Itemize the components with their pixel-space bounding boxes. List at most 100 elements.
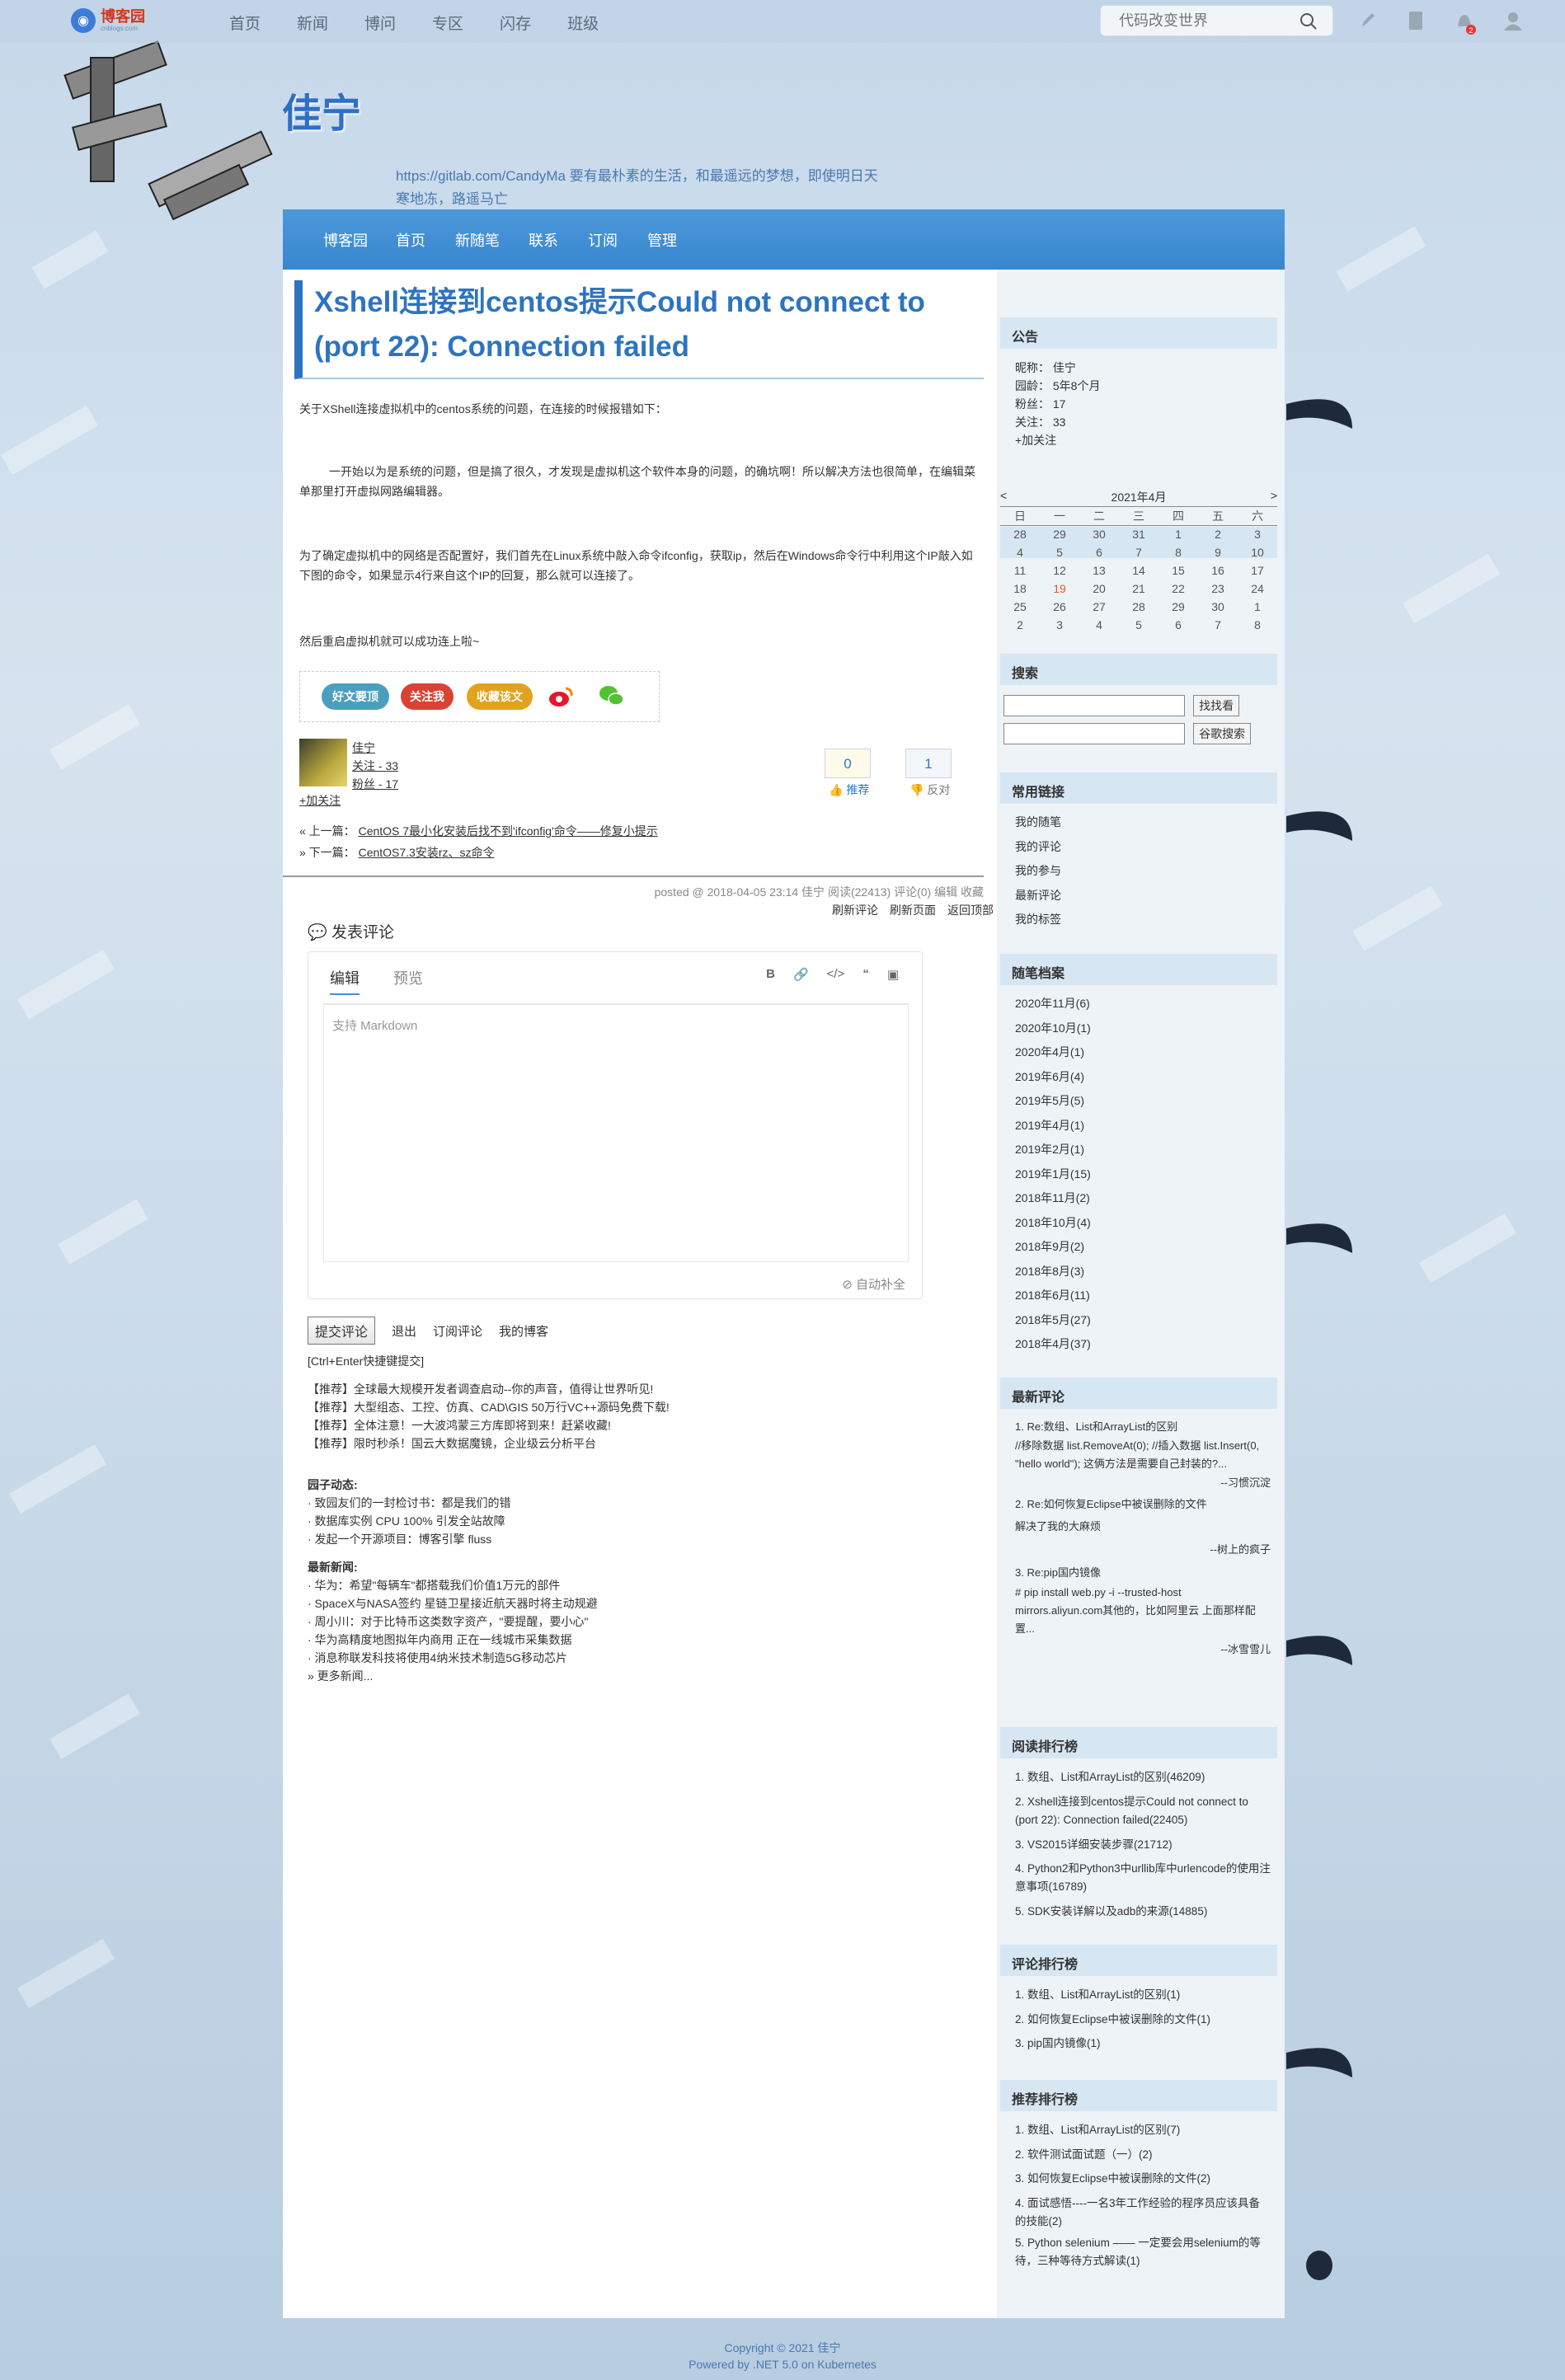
archive-item[interactable]: 2018年11月(2) [1015, 1186, 1271, 1211]
calendar-day[interactable]: 4 [1079, 616, 1119, 634]
calendar-day[interactable]: 8 [1158, 543, 1198, 561]
calendar-day[interactable]: 7 [1119, 543, 1158, 561]
read-rank-item[interactable]: 5. SDK安装详解以及adb的来源(14885) [1015, 1899, 1271, 1924]
comment-rank-item[interactable]: 2. 如何恢复Eclipse中被误删除的文件(1) [1015, 2007, 1271, 2032]
garden-item[interactable]: · 发起一个开源项目：博客引擎 fluss [308, 1530, 511, 1548]
calendar-day[interactable]: 5 [1119, 616, 1158, 634]
follow-button[interactable]: 关注我 [401, 683, 454, 710]
submit-comment-button[interactable]: 提交评论 [308, 1317, 376, 1345]
digg-label[interactable]: 👍 推荐 [829, 782, 869, 798]
calendar-day[interactable]: 28 [1119, 598, 1158, 616]
garden-item[interactable]: · 数据库实例 CPU 100% 引发全站故障 [308, 1512, 511, 1530]
news-item[interactable]: · 消息称联发科技将使用4纳米技术制造5G移动芯片 [308, 1649, 598, 1667]
comment-rank-item[interactable]: 3. pip国内镜像(1) [1015, 2031, 1271, 2056]
refresh-comments-link[interactable]: 刷新评论 [832, 904, 878, 917]
calendar-day[interactable]: 31 [1119, 525, 1158, 543]
recent-comment-title[interactable]: 2. Re:如何恢复Eclipse中被误删除的文件 [1015, 1493, 1271, 1516]
tab-preview[interactable]: 预览 [393, 970, 423, 987]
archive-item[interactable]: 2018年4月(37) [1015, 1332, 1271, 1357]
google-search-button[interactable]: 谷歌搜索 [1193, 723, 1252, 744]
calendar-day[interactable]: 21 [1119, 580, 1158, 598]
calendar-day[interactable]: 3 [1040, 616, 1079, 634]
link-my-participation[interactable]: 我的参与 [1015, 859, 1271, 884]
news-item[interactable]: · SpaceX与NASA签约 星链卫星接近航天器时将主动规避 [308, 1594, 598, 1612]
subscribe-comment-link[interactable]: 订阅评论 [433, 1322, 482, 1340]
archive-item[interactable]: 2020年4月(1) [1015, 1040, 1271, 1065]
link-my-comments[interactable]: 我的评论 [1015, 835, 1271, 860]
bold-icon[interactable]: B [766, 967, 775, 982]
calendar-prev[interactable]: < [1000, 489, 1007, 506]
tab-edit[interactable]: 编辑 [330, 970, 360, 995]
comment-textarea[interactable]: 支持 Markdown [323, 1003, 909, 1262]
author-name[interactable]: 佳宁 [352, 741, 375, 754]
calendar-day[interactable]: 20 [1079, 580, 1119, 598]
calendar-day[interactable]: 22 [1158, 580, 1198, 598]
read-rank-item[interactable]: 4. Python2和Python3中urllib库中urlencode的使用注… [1015, 1860, 1271, 1896]
comment-rank-item[interactable]: 1. 数组、List和ArrayList的区别(1) [1015, 1983, 1271, 2007]
calendar-day[interactable]: 5 [1040, 543, 1079, 561]
find-button[interactable]: 找找看 [1193, 695, 1240, 716]
archive-item[interactable]: 2018年6月(11) [1015, 1284, 1271, 1308]
link-icon[interactable]: 🔗 [793, 967, 809, 982]
sidebar-search-input[interactable] [1003, 695, 1185, 716]
calendar-day[interactable]: 19 [1040, 580, 1079, 598]
ad-item[interactable]: 【推荐】全球最大规模开发者调查启动--你的声音，值得让世界听见! [308, 1380, 670, 1398]
calendar-day[interactable]: 27 [1079, 598, 1119, 616]
calendar-day[interactable]: 14 [1119, 561, 1158, 580]
calendar-day[interactable]: 1 [1238, 598, 1277, 616]
calendar-day[interactable]: 30 [1198, 598, 1238, 616]
calendar-day[interactable]: 17 [1238, 561, 1277, 580]
calendar-day[interactable]: 2 [1198, 525, 1238, 543]
more-news-link[interactable]: » 更多新闻... [308, 1667, 598, 1685]
news-item[interactable]: · 周小川：对于比特币这类数字资产，"要提醒，要小心" [308, 1612, 598, 1631]
archive-item[interactable]: 2019年2月(1) [1015, 1138, 1271, 1162]
archive-item[interactable]: 2019年1月(15) [1015, 1162, 1271, 1187]
top-nav-news[interactable]: 新闻 [297, 12, 328, 34]
post-title[interactable]: Xshell连接到centos提示Could not connect to (p… [314, 280, 941, 369]
archive-item[interactable]: 2019年4月(1) [1015, 1114, 1271, 1138]
calendar-day[interactable]: 29 [1040, 525, 1079, 543]
calendar-day[interactable]: 28 [1000, 525, 1040, 543]
code-icon[interactable]: </> [827, 967, 845, 982]
top-nav-home[interactable]: 首页 [229, 12, 261, 34]
wechat-icon[interactable] [599, 683, 625, 708]
calendar-day[interactable]: 3 [1238, 525, 1277, 543]
archive-item[interactable]: 2020年11月(6) [1015, 992, 1271, 1016]
recommend-rank-item[interactable]: 5. Python selenium —— 一定要会用selenium的等待，三… [1015, 2234, 1271, 2270]
quote-icon[interactable]: “ [862, 967, 869, 982]
blog-nav-home[interactable]: 首页 [396, 229, 425, 251]
calendar-day[interactable]: 6 [1079, 543, 1119, 561]
bookmark-icon[interactable] [1407, 10, 1425, 31]
archive-item[interactable]: 2018年9月(2) [1015, 1235, 1271, 1260]
back-to-top-link[interactable]: 返回顶部 [947, 904, 994, 917]
calendar-day[interactable]: 1 [1158, 525, 1198, 543]
calendar-day[interactable]: 8 [1238, 616, 1277, 634]
calendar-day[interactable]: 6 [1158, 616, 1198, 634]
calendar-day[interactable]: 2 [1000, 616, 1040, 634]
blog-nav-cnblogs[interactable]: 博客园 [323, 229, 368, 251]
calendar-day[interactable]: 12 [1040, 561, 1079, 580]
archive-item[interactable]: 2020年10月(1) [1015, 1016, 1271, 1041]
recommend-rank-item[interactable]: 4. 面试感悟----一名3年工作经验的程序员应该具备的技能(2) [1015, 2195, 1271, 2231]
top-nav-ing[interactable]: 闪存 [500, 12, 531, 34]
calendar-next[interactable]: > [1271, 489, 1277, 506]
ad-item[interactable]: 【推荐】限时秒杀！国云大数据魔镜，企业级云分析平台 [308, 1434, 670, 1453]
recommend-rank-item[interactable]: 3. 如何恢复Eclipse中被误删除的文件(2) [1015, 2166, 1271, 2191]
archive-item[interactable]: 2018年10月(4) [1015, 1211, 1271, 1236]
link-my-tags[interactable]: 我的标签 [1015, 908, 1271, 932]
read-rank-item[interactable]: 3. VS2015详细安装步骤(21712) [1015, 1833, 1271, 1857]
top-nav-zone[interactable]: 专区 [432, 12, 463, 34]
link-latest-comments[interactable]: 最新评论 [1015, 884, 1271, 908]
blog-nav-subscribe[interactable]: 订阅 [588, 229, 618, 251]
calendar-day[interactable]: 18 [1000, 580, 1040, 598]
logout-link[interactable]: 退出 [392, 1322, 416, 1340]
digg-count[interactable]: 0 [825, 749, 871, 778]
ad-item[interactable]: 【推荐】大型组态、工控、仿真、CAD\GIS 50万行VC++源码免费下载! [308, 1398, 670, 1416]
archive-item[interactable]: 2019年5月(5) [1015, 1089, 1271, 1114]
bury-count[interactable]: 1 [905, 749, 952, 778]
user-avatar-icon[interactable] [1502, 10, 1524, 31]
calendar-day[interactable]: 11 [1000, 561, 1040, 580]
calendar-day[interactable]: 29 [1158, 598, 1198, 616]
blog-nav-new-post[interactable]: 新随笔 [455, 229, 500, 251]
ad-item[interactable]: 【推荐】全体注意！一大波鸿蒙三方库即将到来！赶紧收藏! [308, 1416, 670, 1434]
